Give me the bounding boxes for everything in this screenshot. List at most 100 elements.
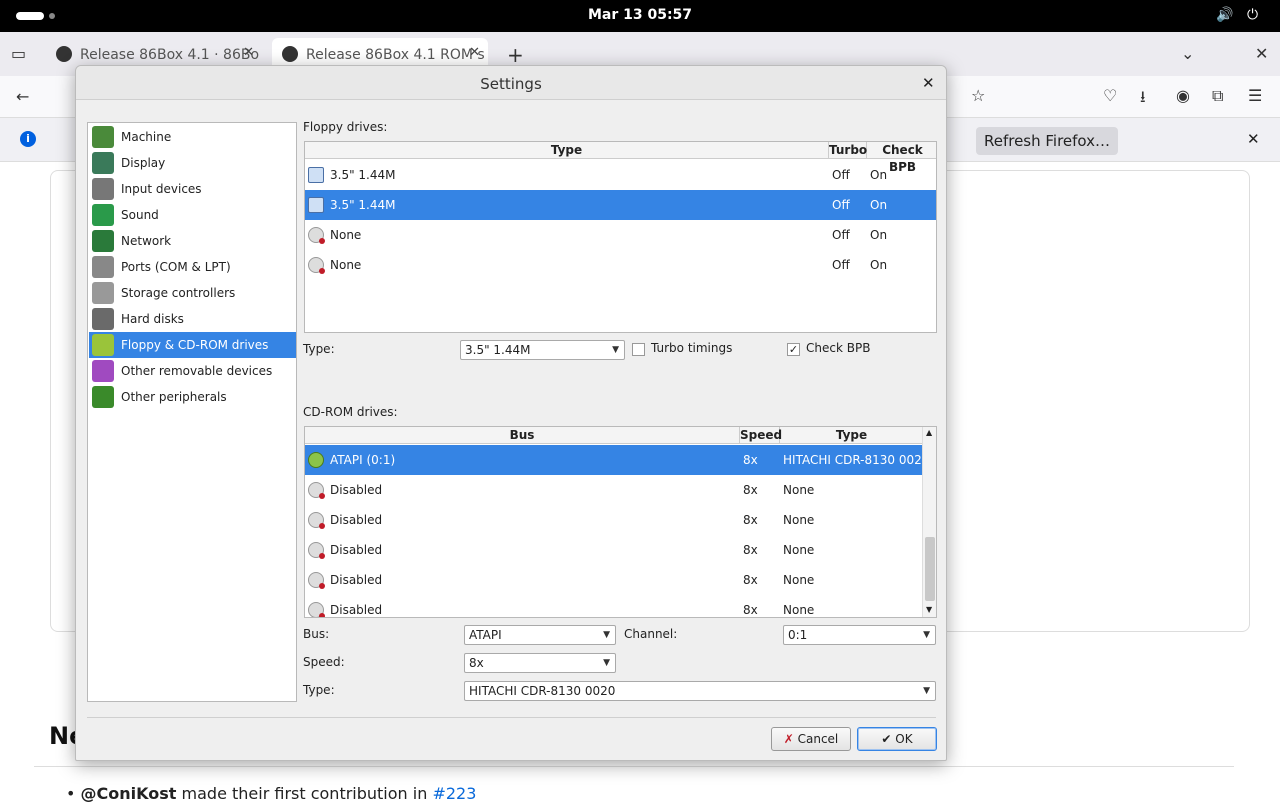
close-tab-icon[interactable]: ✕	[469, 45, 480, 60]
cdrom-type-combo[interactable]: HITACHI CDR-8130 0020 ▼	[464, 681, 936, 701]
category-item[interactable]: Display	[89, 150, 296, 176]
floppy-drives-table[interactable]: Type Turbo Check BPB 3.5" 1.44M Off On 3.5"…	[304, 141, 937, 333]
cdrom-row[interactable]: Disabled 8x None	[305, 565, 922, 595]
check-bpb-checkbox[interactable]: ✓	[787, 343, 800, 356]
category-item[interactable]: Other peripherals	[89, 384, 296, 410]
volume-icon[interactable]: 🔊	[1216, 7, 1233, 23]
category-item[interactable]: Sound	[89, 202, 296, 228]
tab-list-chevron-icon[interactable]: ⌄	[1181, 44, 1194, 63]
dialog-titlebar[interactable]: Settings ✕	[76, 66, 946, 100]
clock[interactable]: Mar 13 05:57	[0, 7, 1280, 23]
cdrom-row[interactable]: ATAPI (0:1) 8x HITACHI CDR-8130 0020	[305, 445, 929, 475]
floppy-cell-turbo: Off	[832, 228, 850, 242]
contributor-text: made their first contribution in	[181, 784, 428, 803]
close-notification-icon[interactable]: ✕	[1247, 130, 1260, 148]
dropdown-arrow-icon: ▼	[603, 630, 610, 640]
floppy-row[interactable]: 3.5" 1.44M Off On	[305, 160, 936, 190]
cdrom-row[interactable]: Disabled 8x None	[305, 595, 922, 617]
cdrom-scrollbar[interactable]: ▲ ▼	[922, 427, 936, 617]
dropdown-arrow-icon: ▼	[612, 345, 619, 355]
scroll-down-arrow-icon[interactable]: ▼	[926, 605, 932, 614]
column-header-bus[interactable]: Bus	[305, 427, 740, 444]
cdrom-cell-speed: 8x	[743, 483, 758, 497]
category-item[interactable]: Hard disks	[89, 306, 296, 332]
category-item[interactable]: Floppy & CD-ROM drives	[89, 332, 296, 358]
close-dialog-icon[interactable]: ✕	[922, 74, 935, 92]
floppy-icon	[308, 167, 324, 183]
tab-label: Release 86Box 4.1 · 86Bo	[80, 47, 260, 63]
floppy-type-combo[interactable]: 3.5" 1.44M ▼	[460, 340, 625, 360]
floppy-row[interactable]: 3.5" 1.44M Off On	[305, 190, 936, 220]
category-label: Display	[121, 156, 166, 170]
column-header-check-bpb[interactable]: Check BPB	[867, 142, 936, 174]
back-arrow-icon[interactable]: ←	[16, 87, 29, 106]
category-item[interactable]: Network	[89, 228, 296, 254]
no-drive-icon	[308, 602, 325, 617]
floppy-cell-type: 3.5" 1.44M	[330, 168, 396, 182]
cdrom-drives-table[interactable]: Bus Speed Type ATAPI (0:1) 8x HITACHI CDR-…	[304, 426, 937, 618]
downloads-icon[interactable]: ⭳	[1140, 86, 1146, 113]
column-header-type[interactable]: Type	[305, 142, 829, 159]
category-item[interactable]: Machine	[89, 124, 296, 150]
cdrom-cell-type: None	[783, 603, 815, 617]
no-drive-icon	[308, 482, 325, 499]
menu-icon[interactable]: ☰	[1248, 86, 1262, 105]
category-item[interactable]: Ports (COM & LPT)	[89, 254, 296, 280]
category-item[interactable]: Storage controllers	[89, 280, 296, 306]
bus-combo[interactable]: ATAPI ▼	[464, 625, 616, 645]
cdrom-row[interactable]: Disabled 8x None	[305, 505, 922, 535]
category-label: Hard disks	[121, 312, 184, 326]
column-header-type[interactable]: Type	[780, 427, 923, 444]
close-window-icon[interactable]: ✕	[1255, 44, 1268, 63]
category-item[interactable]: Other removable devices	[89, 358, 296, 384]
bookmark-star-icon[interactable]: ☆	[971, 86, 985, 105]
contributor-username[interactable]: @ConiKost	[81, 784, 177, 803]
column-header-speed[interactable]: Speed	[740, 427, 782, 444]
cdrom-cell-speed: 8x	[743, 543, 758, 557]
ok-button[interactable]: ✔ OK	[857, 727, 937, 751]
floppy-row[interactable]: None Off On	[305, 220, 936, 250]
cdrom-cell-bus: Disabled	[330, 573, 383, 587]
new-tab-icon[interactable]: +	[507, 43, 524, 67]
scrollbar-thumb[interactable]	[925, 537, 935, 601]
ports-icon	[92, 256, 114, 278]
cdrom-cell-bus: Disabled	[330, 543, 383, 557]
button-separator	[87, 717, 936, 718]
floppy-type-label: Type:	[303, 342, 335, 356]
input-devices-icon	[92, 178, 114, 200]
power-icon[interactable]: ⏻	[1247, 7, 1258, 23]
cdrom-cell-type: None	[783, 573, 815, 587]
cdrom-type-label: Type:	[303, 683, 335, 697]
floppy-type-value: 3.5" 1.44M	[465, 343, 531, 357]
channel-combo[interactable]: 0:1 ▼	[783, 625, 936, 645]
cdrom-cell-bus: ATAPI (0:1)	[330, 453, 396, 467]
floppy-cell-turbo: Off	[832, 258, 850, 272]
refresh-firefox-button[interactable]: Refresh Firefox…	[976, 127, 1118, 155]
category-list[interactable]: Machine Display Input devices Sound Network P…	[87, 122, 297, 702]
dropdown-arrow-icon: ▼	[923, 686, 930, 696]
category-label: Network	[121, 234, 172, 248]
check-bpb-label: Check BPB	[806, 341, 871, 355]
storage-controllers-icon	[92, 282, 114, 304]
floppy-row[interactable]: None Off On	[305, 250, 936, 280]
scroll-up-arrow-icon[interactable]: ▲	[926, 428, 932, 437]
tab-overview-icon[interactable]: ▭	[11, 44, 26, 63]
pocket-icon[interactable]: ♡	[1103, 86, 1117, 105]
turbo-timings-checkbox[interactable]	[632, 343, 645, 356]
cdrom-row[interactable]: Disabled 8x None	[305, 475, 922, 505]
column-header-turbo[interactable]: Turbo	[829, 142, 867, 159]
cdrom-row[interactable]: Disabled 8x None	[305, 535, 922, 565]
pull-request-link[interactable]: #223	[432, 784, 476, 803]
speed-value: 8x	[469, 656, 484, 670]
extensions-icon[interactable]: ⧉	[1212, 86, 1223, 106]
close-tab-icon[interactable]: ✕	[243, 45, 254, 60]
no-drive-icon	[308, 257, 325, 274]
cdrom-table-header: Bus Speed Type	[305, 427, 923, 444]
cdrom-cell-speed: 8x	[743, 513, 758, 527]
cancel-button[interactable]: ✗ Cancel	[771, 727, 851, 751]
account-icon[interactable]: ◉	[1176, 86, 1190, 105]
cdrom-cell-type: None	[783, 483, 815, 497]
no-drive-icon	[308, 572, 325, 589]
category-item[interactable]: Input devices	[89, 176, 296, 202]
speed-combo[interactable]: 8x ▼	[464, 653, 616, 673]
